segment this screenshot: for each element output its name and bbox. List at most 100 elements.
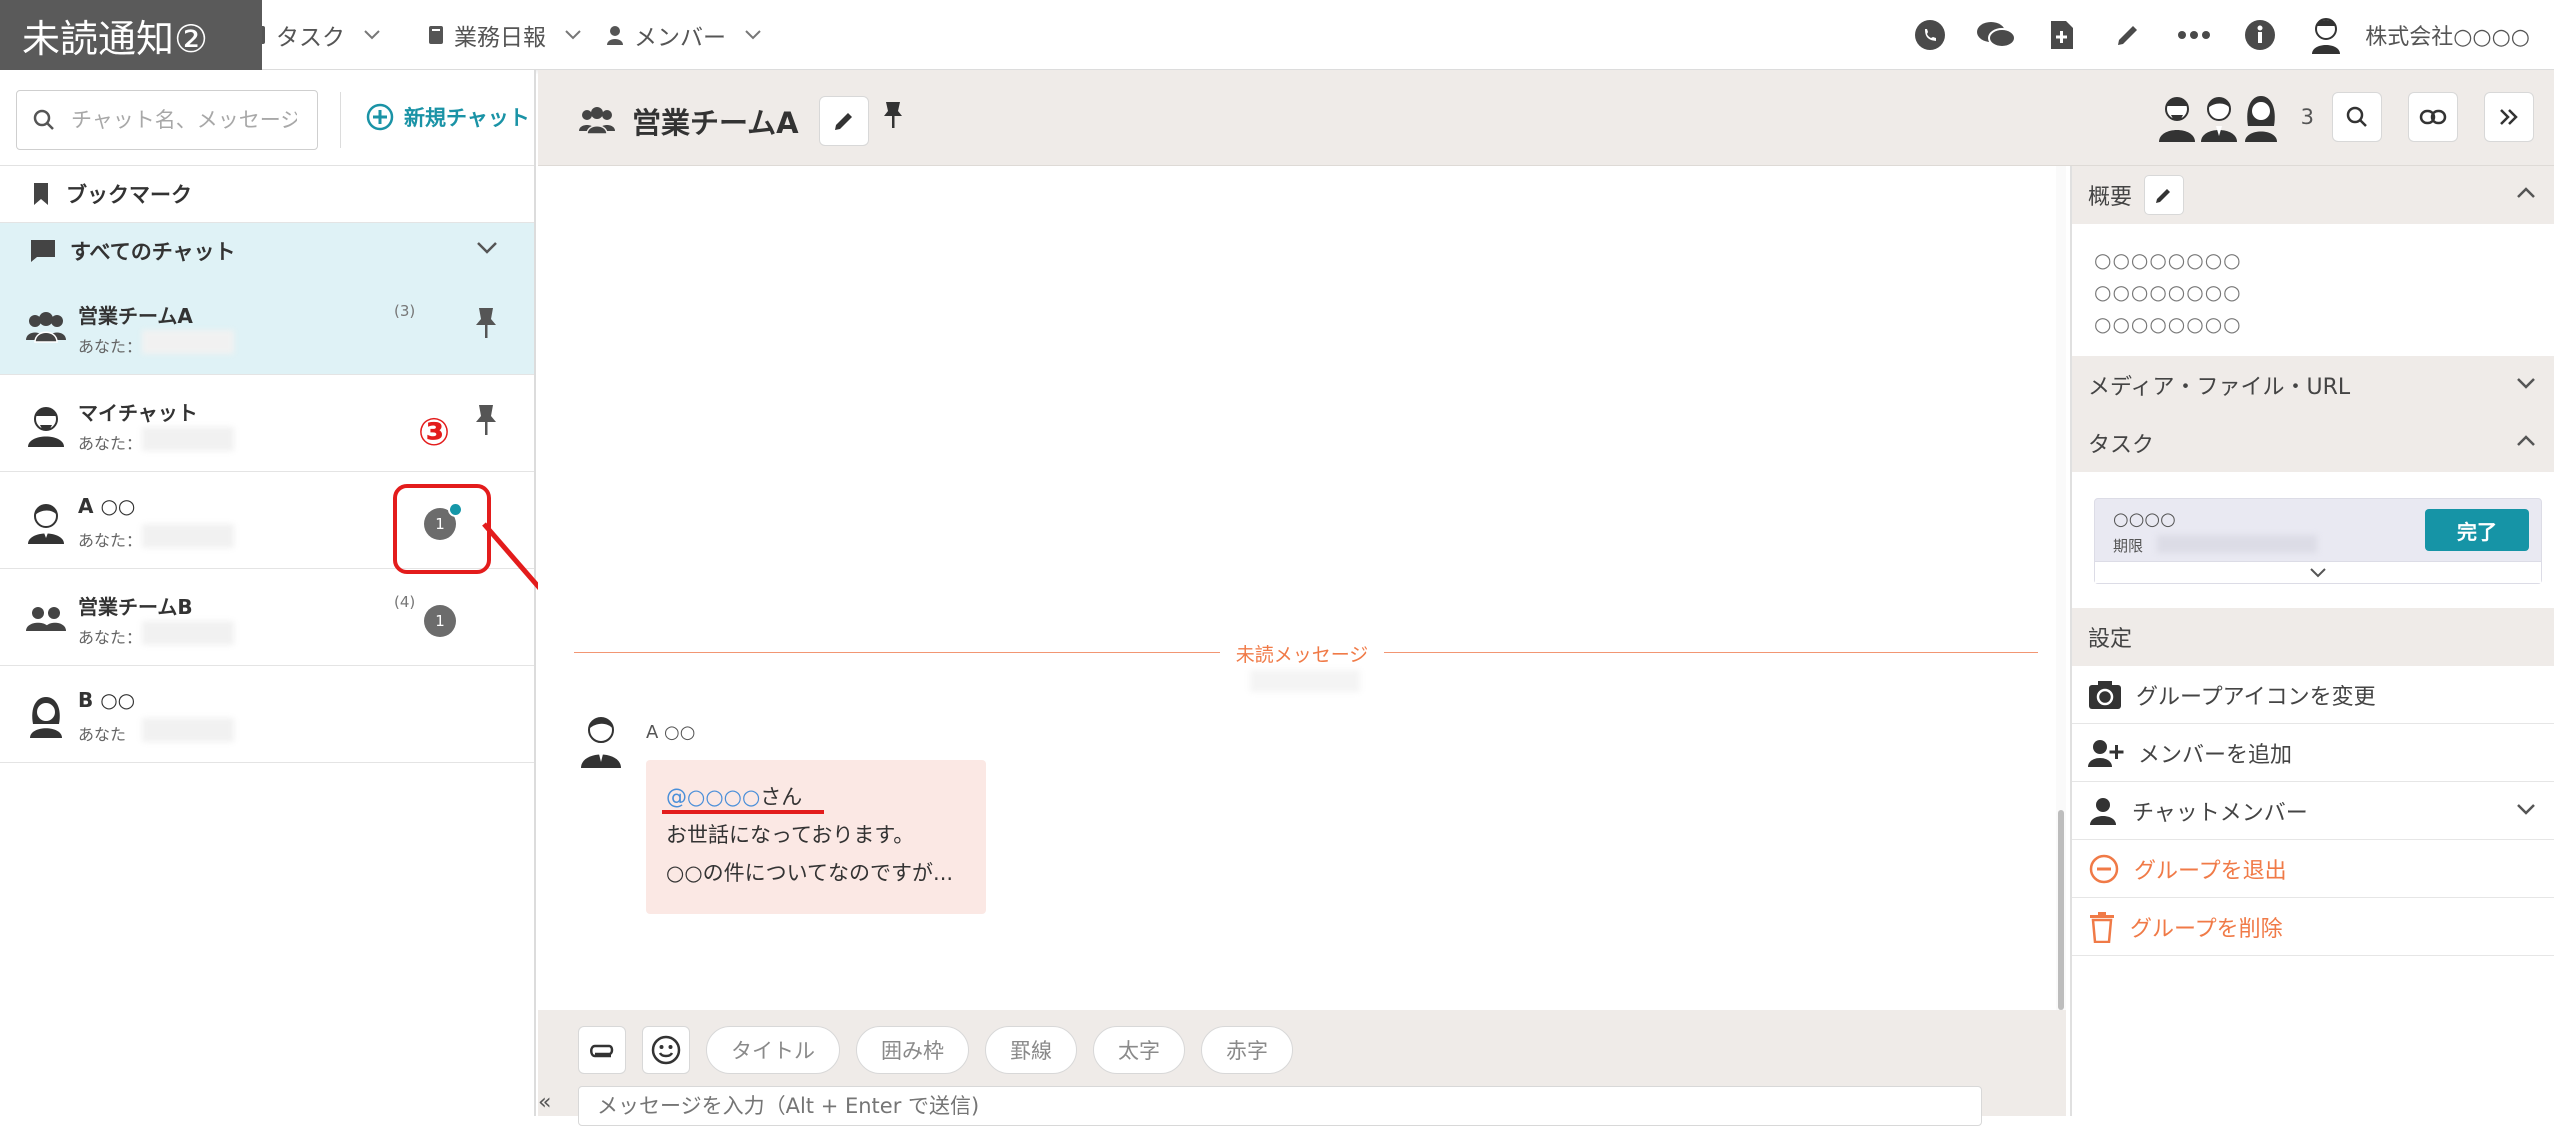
- blurred-preview: [142, 524, 234, 548]
- phone-icon[interactable]: [1897, 0, 1963, 70]
- add-member-label: メンバーを追加: [2138, 742, 2293, 768]
- edit-room-button[interactable]: [818, 96, 869, 146]
- media-section-header[interactable]: メディア・ファイル・URL: [2072, 356, 2554, 414]
- change-group-icon-button[interactable]: グループアイコンを変更: [2072, 666, 2554, 724]
- chevron-up-icon: [2516, 186, 2536, 200]
- chevron-down-icon: [363, 29, 381, 41]
- top-navigation: 未読通知② タスク 業務日報 メンバー 株式会社○○○○: [0, 0, 2554, 70]
- chat-list-item[interactable]: マイチャット あなた：: [0, 375, 534, 472]
- group-icon: [24, 597, 68, 641]
- format-bold-button[interactable]: 太字: [1093, 1026, 1185, 1074]
- search-messages-button[interactable]: [2332, 92, 2382, 142]
- pin-room-button[interactable]: [882, 100, 904, 130]
- member-avatar-icon: [2199, 92, 2239, 142]
- new-document-icon[interactable]: [2029, 0, 2095, 70]
- chevron-down-icon: [476, 241, 498, 255]
- chat-members-label: チャットメンバー: [2132, 800, 2308, 826]
- blurred-preview: [142, 621, 234, 645]
- edit-overview-button[interactable]: [2144, 175, 2185, 215]
- info-icon[interactable]: [2227, 0, 2293, 70]
- chevron-up-icon: [2516, 434, 2536, 448]
- more-dots-icon[interactable]: [2161, 0, 2227, 70]
- pin-icon: [882, 100, 904, 130]
- copy-link-button[interactable]: [2408, 92, 2458, 142]
- chat-members-toggle[interactable]: チャットメンバー: [2072, 782, 2554, 840]
- overview-line: ○○○○○○○○: [2094, 248, 2242, 272]
- double-chevron-right-icon: [2498, 107, 2520, 127]
- leave-group-button[interactable]: グループを退出: [2072, 840, 2554, 898]
- change-icon-label: グループアイコンを変更: [2136, 684, 2376, 710]
- collapse-sidebar-button[interactable]: «: [538, 1090, 551, 1115]
- pin-icon[interactable]: [474, 306, 498, 340]
- annotation-title: 未読通知②: [0, 0, 262, 70]
- all-chats-label: すべてのチャット: [70, 239, 236, 264]
- nav-members[interactable]: メンバー: [606, 0, 762, 70]
- expand-task-button[interactable]: [2095, 561, 2541, 583]
- member-avatars[interactable]: 3: [2157, 92, 2314, 142]
- nav-members-label: メンバー: [634, 25, 726, 51]
- format-red-button[interactable]: 赤字: [1201, 1026, 1293, 1074]
- annotation-highlight-box: [393, 484, 491, 574]
- message-sender: A ○○: [646, 722, 696, 743]
- complete-task-button[interactable]: 完了: [2425, 509, 2529, 551]
- message-bubble[interactable]: @○○○○さん お世話になっております。 ○○の件についてなのですが...: [646, 760, 986, 914]
- nav-task[interactable]: タスク: [250, 0, 381, 70]
- company-name[interactable]: 株式会社○○○○: [2359, 19, 2554, 51]
- nav-daily-report-label: 業務日報: [454, 25, 546, 51]
- delete-group-button[interactable]: グループを削除: [2072, 898, 2554, 956]
- nav-daily-report[interactable]: 業務日報: [428, 0, 582, 70]
- blurred-preview: [142, 427, 234, 451]
- pencil-icon: [832, 109, 856, 133]
- overview-text: ○○○○○○○○ ○○○○○○○○ ○○○○○○○○: [2094, 244, 2242, 340]
- add-member-button[interactable]: メンバーを追加: [2072, 724, 2554, 782]
- mention-suffix: さん: [760, 785, 803, 809]
- overview-line: ○○○○○○○○: [2094, 280, 2242, 304]
- chat-name: B ○○: [78, 688, 136, 712]
- plus-circle-icon: [366, 103, 394, 131]
- person-icon: [2088, 797, 2118, 825]
- toggle-panel-button[interactable]: [2484, 92, 2534, 142]
- message-input[interactable]: [578, 1086, 1982, 1126]
- user-avatar-icon[interactable]: [2293, 0, 2359, 70]
- task-card[interactable]: ○○○○ 期限 完了: [2094, 498, 2542, 584]
- format-title-button[interactable]: タイトル: [706, 1026, 840, 1074]
- format-rule-button[interactable]: 罫線: [985, 1026, 1077, 1074]
- chat-preview: あなた：: [78, 434, 143, 453]
- task-section-header[interactable]: タスク: [2072, 414, 2554, 472]
- format-box-button[interactable]: 囲み枠: [856, 1026, 969, 1074]
- sender-avatar-icon[interactable]: [578, 712, 624, 768]
- chat-list-item[interactable]: 営業チームA あなた： (3): [0, 278, 534, 375]
- chevron-down-icon: [744, 29, 762, 41]
- sidebar-search-row: 新規チャット: [0, 70, 534, 166]
- chat-list-item[interactable]: 営業チームB あなた： (4) 1: [0, 569, 534, 666]
- search-input[interactable]: [69, 107, 299, 133]
- message-line: お世話になっております。: [666, 823, 915, 847]
- minus-circle-icon: [2088, 853, 2120, 885]
- mention-text[interactable]: @○○○○: [666, 785, 760, 809]
- new-chat-button[interactable]: 新規チャット: [366, 102, 530, 132]
- group-icon: [24, 306, 68, 350]
- task-title: タスク: [2088, 433, 2155, 458]
- chat-list-item[interactable]: B ○○ あなた: [0, 666, 534, 763]
- bookmark-label: ブックマーク: [66, 183, 192, 207]
- chat-bubbles-icon[interactable]: [1963, 0, 2029, 70]
- blurred-timestamp: [1250, 670, 1360, 692]
- link-icon: [2419, 108, 2447, 126]
- all-chats-filter[interactable]: すべてのチャット: [0, 222, 534, 278]
- chat-icon: [30, 239, 56, 263]
- search-icon: [2345, 105, 2369, 129]
- pencil-icon[interactable]: [2095, 0, 2161, 70]
- search-box[interactable]: [16, 90, 318, 150]
- chat-header: 営業チームA 3: [538, 70, 2554, 166]
- emoji-button[interactable]: [642, 1026, 690, 1074]
- bookmark-item[interactable]: ブックマーク: [0, 166, 534, 222]
- pin-icon[interactable]: [474, 403, 498, 437]
- chat-preview: あなた：: [78, 628, 143, 647]
- overview-section-header[interactable]: 概要: [2072, 166, 2554, 224]
- chat-sidebar: 新規チャット ブックマーク すべてのチャット 営業チームA あなた： (3) マ…: [0, 70, 536, 1116]
- message-line: ○○の件についてなのですが...: [666, 861, 954, 885]
- camera-icon: [2088, 680, 2122, 710]
- search-icon: [33, 109, 55, 131]
- scrollbar-thumb[interactable]: [2058, 810, 2064, 1010]
- attach-button[interactable]: [578, 1026, 626, 1074]
